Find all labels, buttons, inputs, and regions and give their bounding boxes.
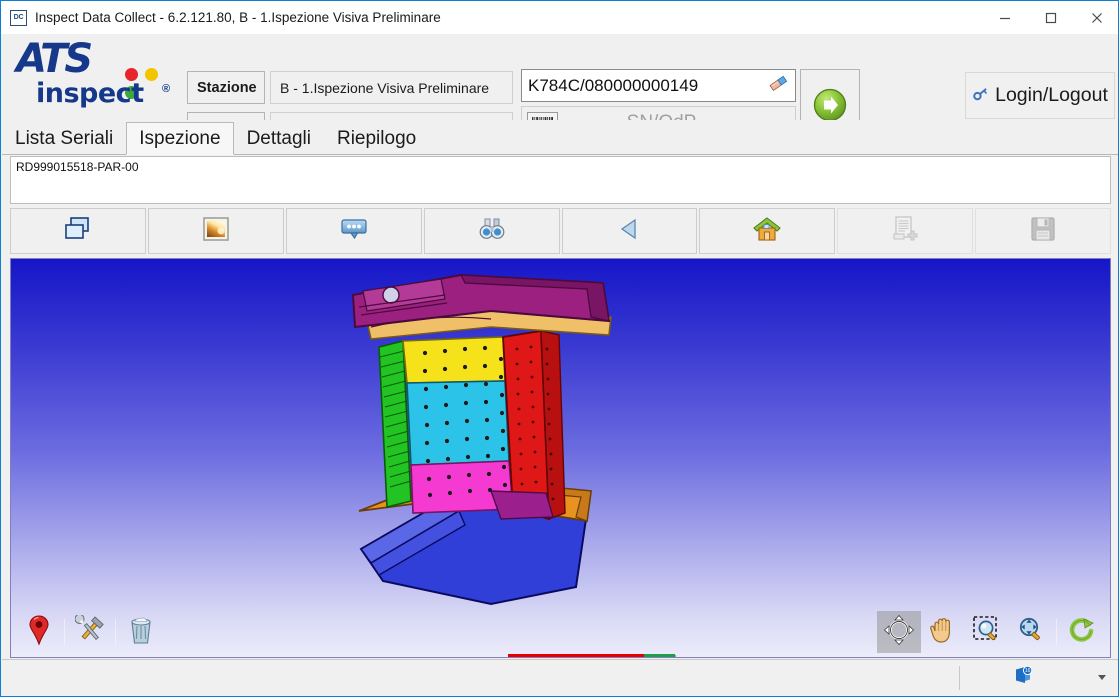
home-icon bbox=[752, 215, 782, 248]
minimize-icon[interactable] bbox=[982, 1, 1028, 34]
viewport-tool-separator bbox=[115, 619, 116, 645]
zoom-fit-button[interactable] bbox=[1009, 611, 1053, 653]
viewport-right-tools bbox=[877, 611, 1104, 653]
viewport-left-tools bbox=[17, 611, 163, 653]
save-button bbox=[975, 208, 1111, 254]
tab-bar: Lista Seriali Ispezione Dettagli Riepilo… bbox=[2, 120, 1118, 155]
cascade-windows-icon bbox=[62, 215, 94, 248]
zoom-rect-icon bbox=[972, 615, 1002, 650]
part-code-field[interactable]: RD999015518-PAR-00 bbox=[10, 156, 1111, 204]
comment-button[interactable] bbox=[285, 208, 422, 254]
speech-bubble-icon bbox=[338, 215, 370, 248]
picture-icon bbox=[202, 215, 230, 248]
application-window: DC Inspect Data Collect - 6.2.121.80, B … bbox=[0, 0, 1119, 697]
tab-dettagli[interactable]: Dettagli bbox=[234, 122, 324, 155]
rotate-3d-icon bbox=[883, 614, 915, 650]
maximize-icon[interactable] bbox=[1028, 1, 1074, 34]
hand-icon bbox=[929, 615, 957, 650]
eraser-icon[interactable] bbox=[767, 73, 789, 98]
inspect-button[interactable] bbox=[423, 208, 560, 254]
tab-lista-seriali[interactable]: Lista Seriali bbox=[2, 122, 126, 155]
logo-word: inspect bbox=[36, 78, 144, 109]
tab-ispezione[interactable]: Ispezione bbox=[126, 122, 234, 155]
status-overflow-button[interactable] bbox=[1085, 660, 1118, 696]
document-add-icon bbox=[891, 215, 919, 248]
svg-text:16: 16 bbox=[1024, 668, 1030, 674]
serial-input[interactable]: K784C/080000000149 bbox=[521, 69, 796, 102]
viewport-tool-separator bbox=[1056, 619, 1057, 645]
defect-count-badge: 2 bbox=[643, 654, 675, 657]
turbine-blade-3d-model bbox=[341, 269, 701, 609]
back-button[interactable] bbox=[561, 208, 698, 254]
floppy-save-icon bbox=[1030, 216, 1056, 247]
reset-view-button[interactable] bbox=[1060, 611, 1104, 653]
refresh-circular-arrow-icon bbox=[1067, 615, 1097, 650]
rotate-tool-button[interactable] bbox=[877, 611, 921, 653]
chevron-down-icon[interactable] bbox=[1098, 675, 1106, 680]
window-title: Inspect Data Collect - 6.2.121.80, B - 1… bbox=[35, 10, 441, 25]
defect-leader-1 bbox=[466, 657, 521, 658]
tab-riepilogo[interactable]: Riepilogo bbox=[324, 122, 429, 155]
wrench-hammer-icon bbox=[74, 613, 105, 650]
office-16-icon[interactable]: 16 bbox=[1013, 665, 1033, 690]
dc-app-icon: DC bbox=[10, 9, 27, 26]
status-tray-cell[interactable]: 16 bbox=[960, 660, 1085, 696]
copy-windows-button[interactable] bbox=[10, 208, 146, 254]
logo-mark: ATS bbox=[16, 36, 93, 82]
map-pin-icon bbox=[28, 614, 50, 651]
station-label: Stazione bbox=[187, 71, 265, 104]
serial-input-value: K784C/080000000149 bbox=[528, 75, 699, 95]
marker-pin-button[interactable] bbox=[17, 611, 61, 653]
close-icon[interactable] bbox=[1074, 1, 1118, 34]
binoculars-icon bbox=[476, 216, 508, 247]
ats-inspect-logo: ATS inspect ® bbox=[14, 36, 174, 118]
home-button[interactable] bbox=[699, 208, 836, 254]
left-arrow-icon bbox=[615, 217, 643, 246]
logo-registered-mark: ® bbox=[162, 83, 171, 95]
pan-tool-button[interactable] bbox=[921, 611, 965, 653]
zoom-fit-icon bbox=[1016, 615, 1046, 650]
trash-bin-icon bbox=[128, 615, 154, 650]
login-logout-button[interactable]: Login/Logout bbox=[965, 72, 1115, 119]
title-bar: DC Inspect Data Collect - 6.2.121.80, B … bbox=[1, 1, 1118, 34]
defect-label-text: Indicazione lineare bbox=[508, 654, 644, 657]
login-logout-label: Login/Logout bbox=[995, 84, 1108, 106]
delete-button[interactable] bbox=[119, 611, 163, 653]
window-controls bbox=[982, 1, 1118, 34]
header-bar: ATS inspect ® Stazione B - 1.Ispezione V… bbox=[2, 34, 1118, 146]
image-button[interactable] bbox=[147, 208, 284, 254]
station-value: B - 1.Ispezione Visiva Preliminare bbox=[270, 71, 513, 104]
defect-label-indicazione-lineare[interactable]: Indicazione lineare 2 bbox=[508, 654, 675, 657]
key-icon bbox=[972, 85, 989, 107]
viewport-tool-separator bbox=[64, 619, 65, 645]
model-viewport[interactable]: Indicazione lineare 2 Mancanza di materi… bbox=[10, 258, 1111, 658]
tools-button[interactable] bbox=[68, 611, 112, 653]
logo-dot-yellow bbox=[145, 68, 159, 81]
new-document-button bbox=[837, 208, 974, 254]
inspection-toolbar bbox=[10, 208, 1111, 254]
status-bar: 16 bbox=[2, 659, 1118, 696]
zoom-window-button[interactable] bbox=[965, 611, 1009, 653]
